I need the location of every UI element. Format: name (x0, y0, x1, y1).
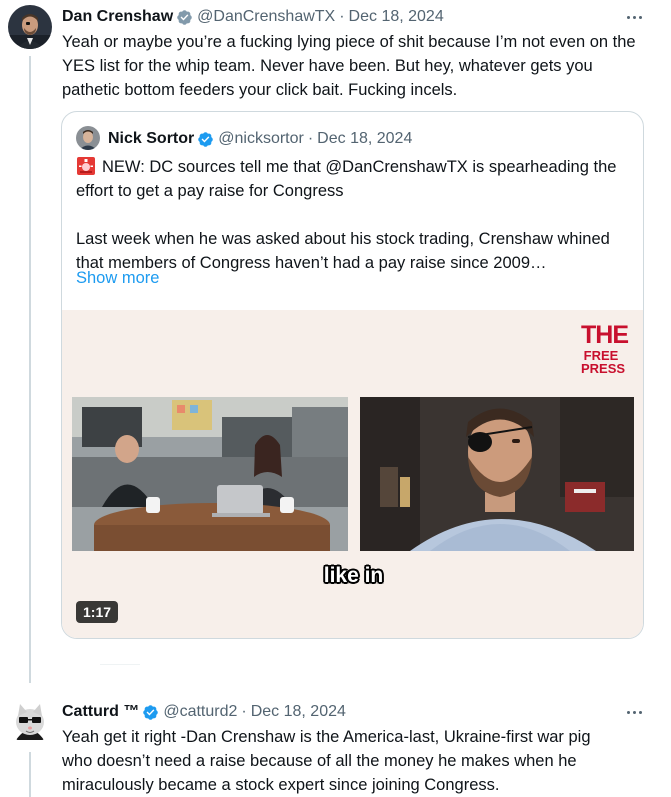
separator-dot: · (339, 8, 345, 25)
thread-line-top (29, 56, 31, 683)
tweet-text: Yeah or maybe you’re a fucking lying pie… (62, 33, 636, 99)
quoted-tweet[interactable]: Nick Sortor @nicksortor · Dec 18, 2024 N… (61, 111, 644, 639)
avatar[interactable] (8, 5, 52, 49)
author-name[interactable]: Catturd ™ (62, 703, 139, 721)
verified-badge-blue-icon[interactable] (142, 704, 159, 721)
tweet-text: Yeah get it right -Dan Crenshaw is the A… (62, 728, 591, 794)
separator-dot: · (307, 130, 314, 147)
quoted-text-paragraph-1: NEW: DC sources tell me that @DanCrensha… (76, 155, 636, 203)
quoted-tweet-text: NEW: DC sources tell me that @DanCrensha… (76, 155, 636, 275)
avatar[interactable] (8, 700, 52, 744)
author-handle[interactable]: @catturd2 (163, 703, 237, 721)
video-frame-guest (360, 397, 634, 551)
quoted-author-name: Nick Sortor (108, 130, 195, 147)
reply-divider (100, 664, 140, 665)
tweet-header: Catturd ™ @catturd2 · Dec 18, 2024 (62, 701, 346, 723)
verified-badge-gray-icon[interactable] (176, 9, 193, 26)
quoted-text-paragraph-2: Last week when he was asked about his st… (76, 230, 610, 272)
video-duration-badge: 1:17 (76, 601, 119, 623)
siren-icon (76, 157, 96, 175)
author-name[interactable]: Dan Crenshaw (62, 8, 173, 26)
verified-badge-blue-icon (197, 131, 214, 148)
author-handle[interactable]: @DanCrenshawTX (197, 8, 335, 26)
tweet-header: Dan Crenshaw @DanCrenshawTX · Dec 18, 20… (62, 6, 444, 28)
quoted-header: Nick Sortor @nicksortor · Dec 18, 2024 (108, 128, 412, 150)
video-frame-hosts (72, 397, 348, 551)
tweet-date[interactable]: Dec 18, 2024 (349, 8, 444, 26)
video-player[interactable]: THE FREE PRESS like in 1:17 (62, 310, 643, 638)
more-options-icon[interactable] (623, 701, 645, 723)
quoted-author-handle: @nicksortor (218, 130, 304, 147)
video-caption: like in (323, 564, 384, 587)
quoted-tweet-date: Dec 18, 2024 (317, 130, 413, 147)
more-options-icon[interactable] (623, 6, 645, 28)
quoted-text-line-1: NEW: DC sources tell me that @DanCrensha… (76, 158, 617, 200)
quoted-avatar (76, 126, 100, 150)
tweet-date[interactable]: Dec 18, 2024 (251, 703, 346, 721)
separator-dot: · (241, 703, 247, 720)
the-free-press-logo: THE FREE PRESS (581, 321, 629, 376)
thread-line-bottom (29, 752, 31, 797)
show-more-link[interactable]: Show more (76, 269, 159, 288)
